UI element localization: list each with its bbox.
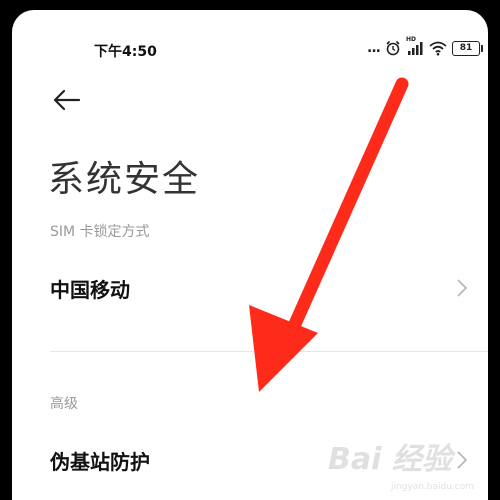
section-label-advanced: 高级 bbox=[50, 396, 78, 412]
status-time: 下午4:50 bbox=[94, 44, 157, 60]
hd-label: HD bbox=[406, 36, 417, 43]
phone-screen: 下午4:50 ... HD 81 系统安全 SIM 卡锁定方式 中国移动 高级 … bbox=[12, 10, 488, 500]
chevron-right-icon bbox=[457, 451, 468, 469]
back-arrow-icon bbox=[53, 89, 81, 111]
list-item-pseudo-base-station[interactable]: 伪基站防护 bbox=[12, 432, 488, 488]
battery-indicator: 81 bbox=[452, 40, 483, 56]
item-label: 中国移动 bbox=[50, 278, 130, 302]
page-title: 系统安全 bbox=[48, 159, 201, 200]
section-label-sim: SIM 卡锁定方式 bbox=[50, 224, 150, 240]
chevron-right-icon bbox=[457, 279, 468, 297]
alarm-icon bbox=[385, 40, 401, 56]
list-item-china-mobile[interactable]: 中国移动 bbox=[12, 260, 488, 316]
more-dots-icon: ... bbox=[367, 40, 381, 56]
item-label: 伪基站防护 bbox=[50, 450, 150, 474]
signal-icon: HD bbox=[406, 36, 424, 56]
back-button[interactable] bbox=[52, 88, 82, 112]
divider bbox=[50, 351, 488, 352]
status-icons: ... HD 81 bbox=[367, 36, 483, 57]
wifi-icon bbox=[429, 40, 447, 56]
status-bar: 下午4:50 ... HD 81 bbox=[12, 10, 488, 60]
